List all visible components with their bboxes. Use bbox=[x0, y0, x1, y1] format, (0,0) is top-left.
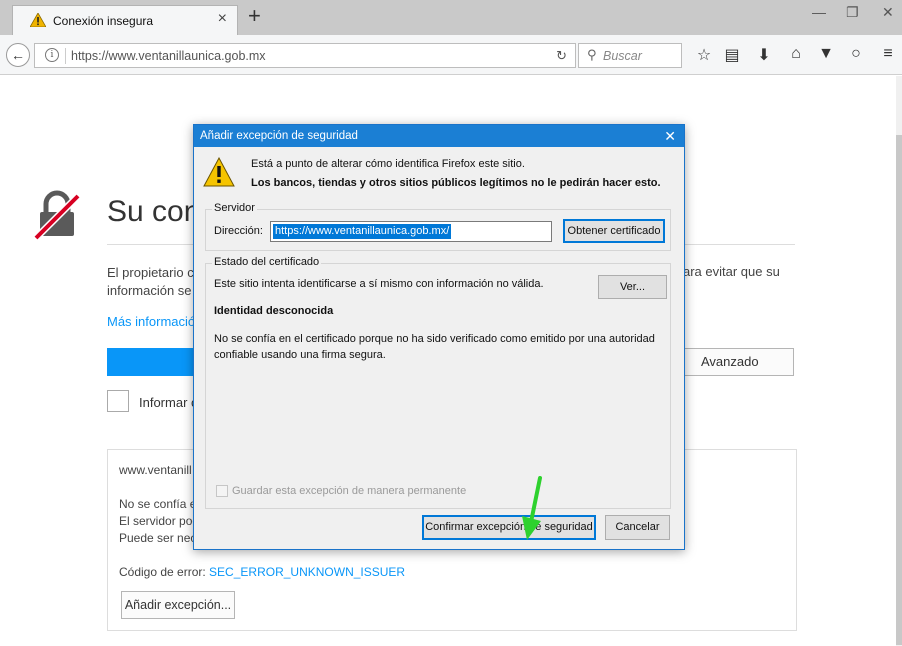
dialog-close-icon[interactable]: ✕ bbox=[664, 125, 676, 147]
url-bar[interactable]: i https://www.ventanillaunica.gob.mx ↻ bbox=[34, 43, 576, 68]
reload-icon[interactable]: ↻ bbox=[556, 48, 567, 64]
search-icon: ⚲ bbox=[587, 47, 597, 62]
certificate-status-legend: Estado del certificado bbox=[212, 256, 322, 268]
back-button[interactable]: ← bbox=[6, 43, 30, 67]
report-checkbox[interactable] bbox=[107, 390, 129, 412]
add-security-exception-dialog: Añadir excepción de seguridad ✕ Está a p… bbox=[193, 124, 685, 550]
details-line-1: No se confía e bbox=[119, 497, 197, 511]
url-text: https://www.ventanillaunica.gob.mx bbox=[71, 49, 266, 63]
restore-icon[interactable]: ❐ bbox=[846, 4, 859, 21]
back-arrow-icon: ← bbox=[11, 47, 25, 63]
description-line-1-right: ara evitar que su bbox=[683, 264, 780, 279]
close-tab-icon[interactable]: × bbox=[218, 11, 227, 27]
description-line-2: información se bbox=[107, 283, 192, 298]
learn-more-link[interactable]: Más informació bbox=[107, 314, 197, 329]
broken-lock-icon bbox=[33, 190, 81, 240]
error-code-line: Código de error: SEC_ERROR_UNKNOWN_ISSUE… bbox=[119, 565, 405, 579]
annotation-arrow-icon bbox=[522, 476, 542, 540]
dialog-title: Añadir excepción de seguridad bbox=[200, 130, 358, 142]
close-window-icon[interactable]: ✕ bbox=[882, 4, 894, 21]
new-tab-button[interactable]: + bbox=[248, 4, 261, 28]
permanent-exception-label: Guardar esta excepción de manera permane… bbox=[232, 485, 467, 497]
menu-icon[interactable]: ≡ bbox=[878, 45, 898, 63]
description-text: El propietario c información se bbox=[107, 264, 203, 300]
details-line-2: El servidor poc bbox=[119, 514, 199, 528]
pocket-icon[interactable]: ▼ bbox=[816, 45, 836, 63]
star-icon[interactable]: ☆ bbox=[694, 45, 714, 65]
details-site: www.ventanill bbox=[119, 463, 192, 477]
details-line-3: Puede ser nec bbox=[119, 531, 197, 545]
address-label: Dirección: bbox=[214, 225, 263, 237]
warning-line-1: Está a punto de alterar cómo identifica … bbox=[251, 158, 525, 170]
search-bar[interactable]: ⚲ Buscar bbox=[578, 43, 682, 68]
certificate-status-group: Estado del certificado bbox=[205, 256, 671, 509]
url-separator bbox=[65, 48, 66, 64]
warning-icon bbox=[30, 13, 46, 27]
chat-icon[interactable]: ○ bbox=[846, 45, 866, 63]
tab-insecure-connection[interactable]: Conexión insegura × bbox=[12, 5, 238, 35]
error-code-link[interactable]: SEC_ERROR_UNKNOWN_ISSUER bbox=[209, 565, 405, 579]
add-exception-button[interactable]: Añadir excepción... bbox=[121, 591, 235, 619]
large-warning-icon bbox=[203, 157, 235, 187]
server-group-legend: Servidor bbox=[212, 202, 257, 214]
get-certificate-button[interactable]: Obtener certificado bbox=[563, 219, 665, 243]
download-icon[interactable]: ⬇ bbox=[754, 45, 774, 65]
unknown-identity-heading: Identidad desconocida bbox=[214, 305, 334, 317]
permanent-exception-checkbox[interactable] bbox=[216, 485, 228, 497]
tab-title: Conexión insegura bbox=[53, 14, 154, 28]
scrollbar-thumb[interactable] bbox=[896, 135, 902, 645]
page-title: Su con bbox=[107, 195, 201, 228]
untrusted-text-line-1: No se confía en el certificado porque no… bbox=[214, 333, 655, 345]
advanced-button[interactable]: Avanzado bbox=[680, 348, 794, 376]
address-field[interactable]: https://www.ventanillaunica.gob.mx/ bbox=[270, 221, 552, 242]
report-label: Informar c bbox=[139, 395, 197, 410]
confirm-exception-button[interactable]: Confirmar excepción de seguridad bbox=[422, 515, 596, 540]
warning-line-2: Los bancos, tiendas y otros sitios públi… bbox=[251, 177, 661, 189]
error-code-label: Código de error: bbox=[119, 565, 210, 579]
search-placeholder: Buscar bbox=[603, 49, 642, 63]
site-info-icon[interactable]: i bbox=[45, 48, 59, 62]
untrusted-text-line-2: confiable usando una firma segura. bbox=[214, 349, 386, 361]
cancel-button[interactable]: Cancelar bbox=[605, 515, 670, 540]
certificate-status-text: Este sitio intenta identificarse a sí mi… bbox=[214, 278, 544, 290]
address-value: https://www.ventanillaunica.gob.mx/ bbox=[273, 224, 452, 239]
description-line-1: El propietario c bbox=[107, 265, 194, 280]
go-back-button[interactable] bbox=[107, 348, 197, 376]
view-certificate-button[interactable]: Ver... bbox=[598, 275, 667, 299]
navigation-bar: ← i https://www.ventanillaunica.gob.mx ↻… bbox=[0, 35, 902, 75]
dialog-titlebar: Añadir excepción de seguridad ✕ bbox=[194, 125, 684, 147]
reading-list-icon[interactable]: ▤ bbox=[722, 45, 742, 65]
home-icon[interactable]: ⌂ bbox=[786, 45, 806, 63]
tab-strip: Conexión insegura × + — ❐ ✕ bbox=[0, 0, 902, 35]
minimize-icon[interactable]: — bbox=[812, 4, 826, 20]
